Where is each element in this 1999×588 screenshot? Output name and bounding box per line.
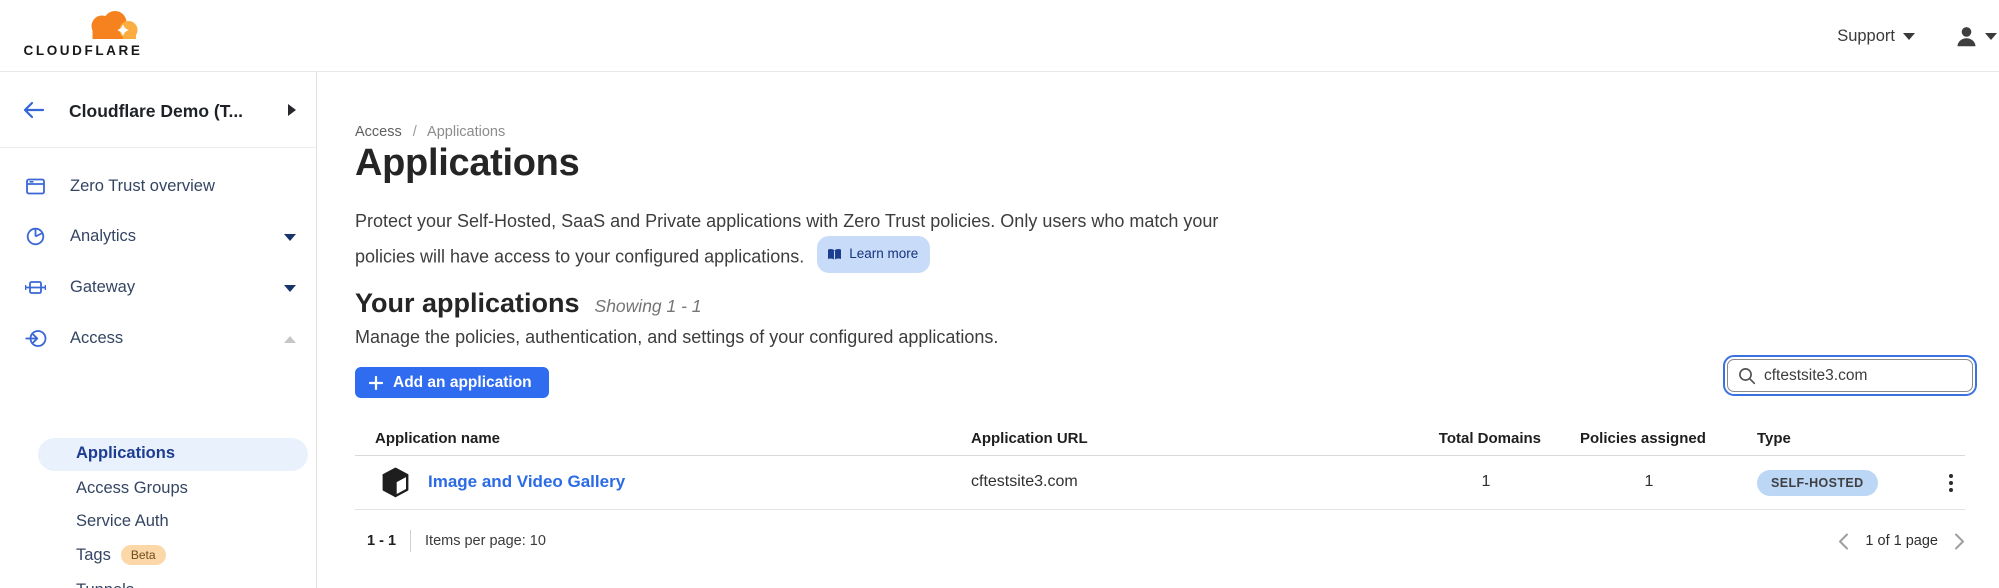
type-badge: SELF-HOSTED xyxy=(1757,470,1878,496)
sidebar-item-analytics[interactable]: Analytics xyxy=(0,222,317,252)
page-title: Applications xyxy=(355,142,579,185)
page-description: Protect your Self-Hosted, SaaS and Priva… xyxy=(355,206,1255,273)
sidebar-item-casb[interactable]: CASB xyxy=(0,551,317,581)
column-total-domains: Total Domains xyxy=(1375,430,1541,447)
application-name-link[interactable]: Image and Video Gallery xyxy=(428,472,625,492)
gateway-icon xyxy=(25,277,46,298)
search-box xyxy=(1727,359,1973,392)
user-menu[interactable] xyxy=(1955,0,1999,72)
applications-table: Application name Application URL Total D… xyxy=(355,430,1965,510)
pagination: 1 - 1 Items per page: 10 1 of 1 page xyxy=(355,522,1965,560)
next-page-button[interactable] xyxy=(1954,533,1965,550)
column-application-name: Application name xyxy=(375,430,500,447)
chevron-left-icon xyxy=(1838,533,1849,550)
column-type: Type xyxy=(1757,430,1791,447)
learn-more-label: Learn more xyxy=(849,239,918,269)
back-arrow-icon[interactable] xyxy=(22,100,46,120)
sidebar-item-gateway[interactable]: Gateway xyxy=(0,273,317,303)
items-per-page[interactable]: Items per page: 10 xyxy=(425,533,546,549)
policies-assigned-cell: 1 xyxy=(1580,473,1718,491)
column-policies-assigned: Policies assigned xyxy=(1580,430,1718,447)
breadcrumb: Access / Applications xyxy=(355,124,505,140)
pagination-range: 1 - 1 xyxy=(367,533,396,549)
sidebar-item-label: Gateway xyxy=(70,278,135,297)
application-cube-icon xyxy=(382,467,409,498)
section-header: Your applications Showing 1 - 1 xyxy=(355,288,702,319)
chevron-down-icon xyxy=(284,285,296,292)
analytics-icon xyxy=(25,226,46,247)
table-row: Image and Video Gallery cftestsite3.com … xyxy=(355,456,1965,510)
cloudflare-logo-text: CLOUDFLARE xyxy=(14,43,152,58)
account-name: Cloudflare Demo (T... xyxy=(69,101,243,122)
sidebar-item-zero-trust-overview[interactable]: Zero Trust overview xyxy=(0,172,317,202)
previous-page-button[interactable] xyxy=(1838,533,1849,550)
sidebar-item-label: Analytics xyxy=(70,227,136,246)
row-actions-menu[interactable] xyxy=(1940,469,1962,497)
top-bar: CLOUDFLARE Support xyxy=(0,0,1999,72)
user-icon xyxy=(1955,25,1978,48)
sidebar-item-label: Access xyxy=(70,329,123,348)
overview-icon xyxy=(25,176,46,197)
column-application-url: Application URL xyxy=(971,430,1088,447)
cloudflare-logo[interactable]: CLOUDFLARE xyxy=(14,7,152,59)
sidebar-item-label: Applications xyxy=(76,444,175,463)
plus-icon xyxy=(369,376,383,390)
book-icon xyxy=(827,248,842,261)
page-indicator: 1 of 1 page xyxy=(1865,533,1938,549)
section-title: Your applications xyxy=(355,288,580,319)
sidebar-item-access[interactable]: Access xyxy=(0,324,317,354)
breadcrumb-current: Applications xyxy=(427,124,505,140)
sidebar-item-applications-active[interactable]: Applications xyxy=(38,438,308,471)
pagination-left: 1 - 1 Items per page: 10 xyxy=(367,522,546,560)
chevron-down-icon xyxy=(284,234,296,241)
chevron-down-icon xyxy=(1903,33,1915,40)
support-label: Support xyxy=(1837,27,1895,46)
sidebar-item-label: Zero Trust overview xyxy=(70,177,215,196)
chevron-right-icon xyxy=(1954,533,1965,550)
cloudflare-cloud-icon xyxy=(82,9,146,42)
section-description: Manage the policies, authentication, and… xyxy=(355,327,998,348)
add-application-label: Add an application xyxy=(393,374,532,392)
application-url-cell: cftestsite3.com xyxy=(971,473,1078,491)
pagination-divider xyxy=(410,530,411,552)
sidebar-item-access-groups[interactable]: Access Groups xyxy=(0,475,317,503)
sidebar-item-service-auth[interactable]: Service Auth xyxy=(0,508,317,536)
chevron-up-icon xyxy=(284,336,296,343)
table-header-row: Application name Application URL Total D… xyxy=(355,430,1965,456)
breadcrumb-separator: / xyxy=(413,124,417,140)
breadcrumb-access[interactable]: Access xyxy=(355,124,402,140)
total-domains-cell: 1 xyxy=(1431,473,1541,491)
support-menu[interactable]: Support xyxy=(1837,0,1915,72)
add-application-button[interactable]: Add an application xyxy=(355,367,549,398)
search-icon xyxy=(1738,367,1756,385)
account-header: Cloudflare Demo (T... xyxy=(0,72,316,148)
sidebar-item-label: Access Groups xyxy=(76,479,188,498)
sidebar: Cloudflare Demo (T... Zero Trust overvie… xyxy=(0,72,317,588)
chevron-down-icon xyxy=(1985,33,1997,40)
learn-more-badge[interactable]: Learn more xyxy=(817,236,930,273)
access-icon xyxy=(25,328,47,349)
sidebar-item-label: Service Auth xyxy=(76,512,169,531)
search-input[interactable] xyxy=(1764,367,1954,385)
showing-count: Showing 1 - 1 xyxy=(595,296,702,317)
account-expand-icon[interactable] xyxy=(288,104,296,116)
sidebar-item-label: Tunnels xyxy=(76,581,134,588)
pagination-right: 1 of 1 page xyxy=(1838,522,1965,560)
